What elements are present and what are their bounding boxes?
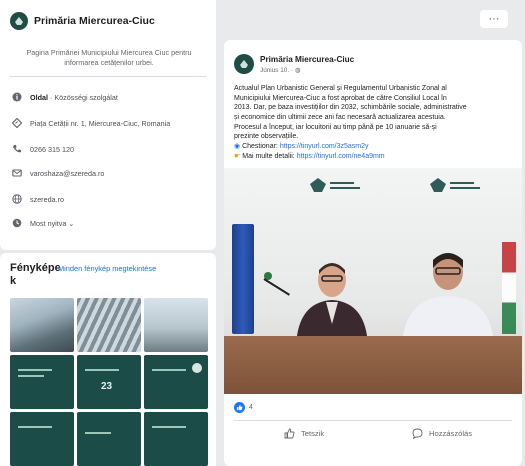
more-line: ☛ Mai multe detalii: https://tinyurl.com… (234, 152, 514, 162)
page-logo[interactable] (10, 12, 28, 30)
more-link[interactable]: https://tinyurl.com/ne4a9mm (297, 153, 385, 160)
photos-title: Fényképe k (10, 262, 61, 287)
page-header: Primăria Miercurea-Ciuc (10, 12, 155, 30)
conference-table (224, 336, 522, 394)
post-author-avatar[interactable] (234, 54, 254, 74)
post-line: 2013. Dar, pe baza investițiilor din 203… (234, 104, 467, 112)
photo-thumb[interactable] (10, 412, 74, 466)
phone-row[interactable]: 0266 315 120 (12, 144, 74, 154)
comment-icon (412, 428, 423, 439)
chevron-down-icon: ⌄ (68, 218, 75, 228)
email-text[interactable]: varoshaza@szereda.ro (30, 169, 104, 178)
post-author[interactable]: Primăria Miercurea-Ciuc (260, 55, 354, 64)
page-description: Pagina Primăriei Municipiului Miercurea … (26, 48, 192, 68)
globe-icon (12, 194, 22, 204)
town-crest-icon (15, 17, 23, 25)
category-text: Közösségi szolgálat (54, 92, 118, 102)
website-text[interactable]: szereda.ro (30, 195, 64, 204)
reactions-summary[interactable]: 4 (234, 402, 253, 413)
post-line: Procesul a început, iar locuitorii au ti… (234, 123, 437, 131)
survey-link[interactable]: https://tinyurl.com/3z5asm2y (280, 143, 369, 150)
phone-text[interactable]: 0266 315 120 (30, 145, 74, 154)
clock-icon (12, 218, 22, 228)
post-header: Primăria Miercurea-Ciuc Június 10. · ◍ (234, 54, 354, 74)
backdrop-banner (310, 178, 480, 192)
eu-flag (232, 224, 254, 334)
post-line: și economice din ultimii zece ani fac ne… (234, 113, 446, 121)
see-all-photos-link[interactable]: Minden fénykép megtekintése (58, 264, 156, 273)
like-button[interactable]: Tetszik (284, 428, 324, 439)
photo-thumb[interactable] (77, 298, 141, 352)
romanian-flag (502, 242, 516, 334)
thumb-number: 23 (101, 381, 113, 392)
post-line: Municipiului Miercurea-Ciuc a fost aprob… (234, 94, 447, 102)
website-row[interactable]: szereda.ro (12, 194, 64, 204)
category-prefix: Oldal (30, 92, 48, 102)
speaker-left (296, 263, 368, 346)
post-timestamp[interactable]: Június 10. · ◍ (260, 66, 354, 74)
category-row: Oldal · Közösségi szolgálat (12, 92, 118, 102)
page-intro-card: Primăria Miercurea-Ciuc Pagina Primăriei… (0, 0, 216, 250)
page-title[interactable]: Primăria Miercurea-Ciuc (34, 15, 155, 27)
comment-label: Hozzászólás (429, 429, 473, 438)
email-row[interactable]: varoshaza@szereda.ro (12, 168, 104, 178)
photos-header: Fényképe k Minden fénykép megtekintése (10, 262, 210, 287)
survey-line: ◉ Chestionar: https://tinyurl.com/3z5asm… (234, 142, 514, 152)
post-line: prezinte observațiile. (234, 133, 299, 141)
address-text[interactable]: Piața Cetății nr. 1, Miercurea-Ciuc, Rom… (30, 119, 170, 128)
more-options-button[interactable]: ··· (480, 10, 508, 28)
post-line: Actualul Plan Urbanistic General și Regu… (234, 85, 447, 92)
direction-icon (12, 118, 22, 128)
hours-row[interactable]: Most nyitva ⌄ (12, 218, 74, 228)
post-photo[interactable] (224, 168, 522, 394)
photo-thumb[interactable] (144, 412, 208, 466)
like-reaction-icon (234, 402, 245, 413)
photo-thumb[interactable] (144, 355, 208, 409)
globe-icon: ◉ (234, 142, 241, 150)
reaction-count[interactable]: 4 (249, 404, 253, 411)
comment-button[interactable]: Hozzászólás (412, 428, 472, 439)
post-body: Actualul Plan Urbanistic General și Regu… (234, 84, 514, 161)
photo-thumb[interactable] (144, 298, 208, 352)
info-icon (12, 92, 22, 102)
hours-text[interactable]: Most nyitva (30, 219, 66, 228)
like-label: Tetszik (301, 429, 325, 438)
survey-label: Chestionar: (242, 142, 278, 150)
divider (234, 420, 512, 421)
pointing-hand-icon: ☛ (234, 152, 241, 160)
photo-thumb[interactable] (77, 412, 141, 466)
address-row[interactable]: Piața Cetății nr. 1, Miercurea-Ciuc, Rom… (12, 118, 170, 128)
photo-thumb[interactable] (10, 298, 74, 352)
photo-thumb[interactable]: 23 (77, 355, 141, 409)
post-card: Primăria Miercurea-Ciuc Június 10. · ◍ A… (224, 40, 522, 466)
photo-thumb[interactable] (10, 355, 74, 409)
divider (10, 76, 206, 77)
globe-icon: ◍ (294, 66, 301, 74)
phone-icon (12, 144, 22, 154)
speaker-right (402, 253, 494, 346)
thumbs-up-icon (284, 428, 295, 439)
more-label: Mai multe detalii: (242, 152, 295, 160)
email-icon (12, 168, 22, 178)
town-crest-icon (240, 60, 248, 68)
photo-grid: 23 (10, 298, 208, 466)
